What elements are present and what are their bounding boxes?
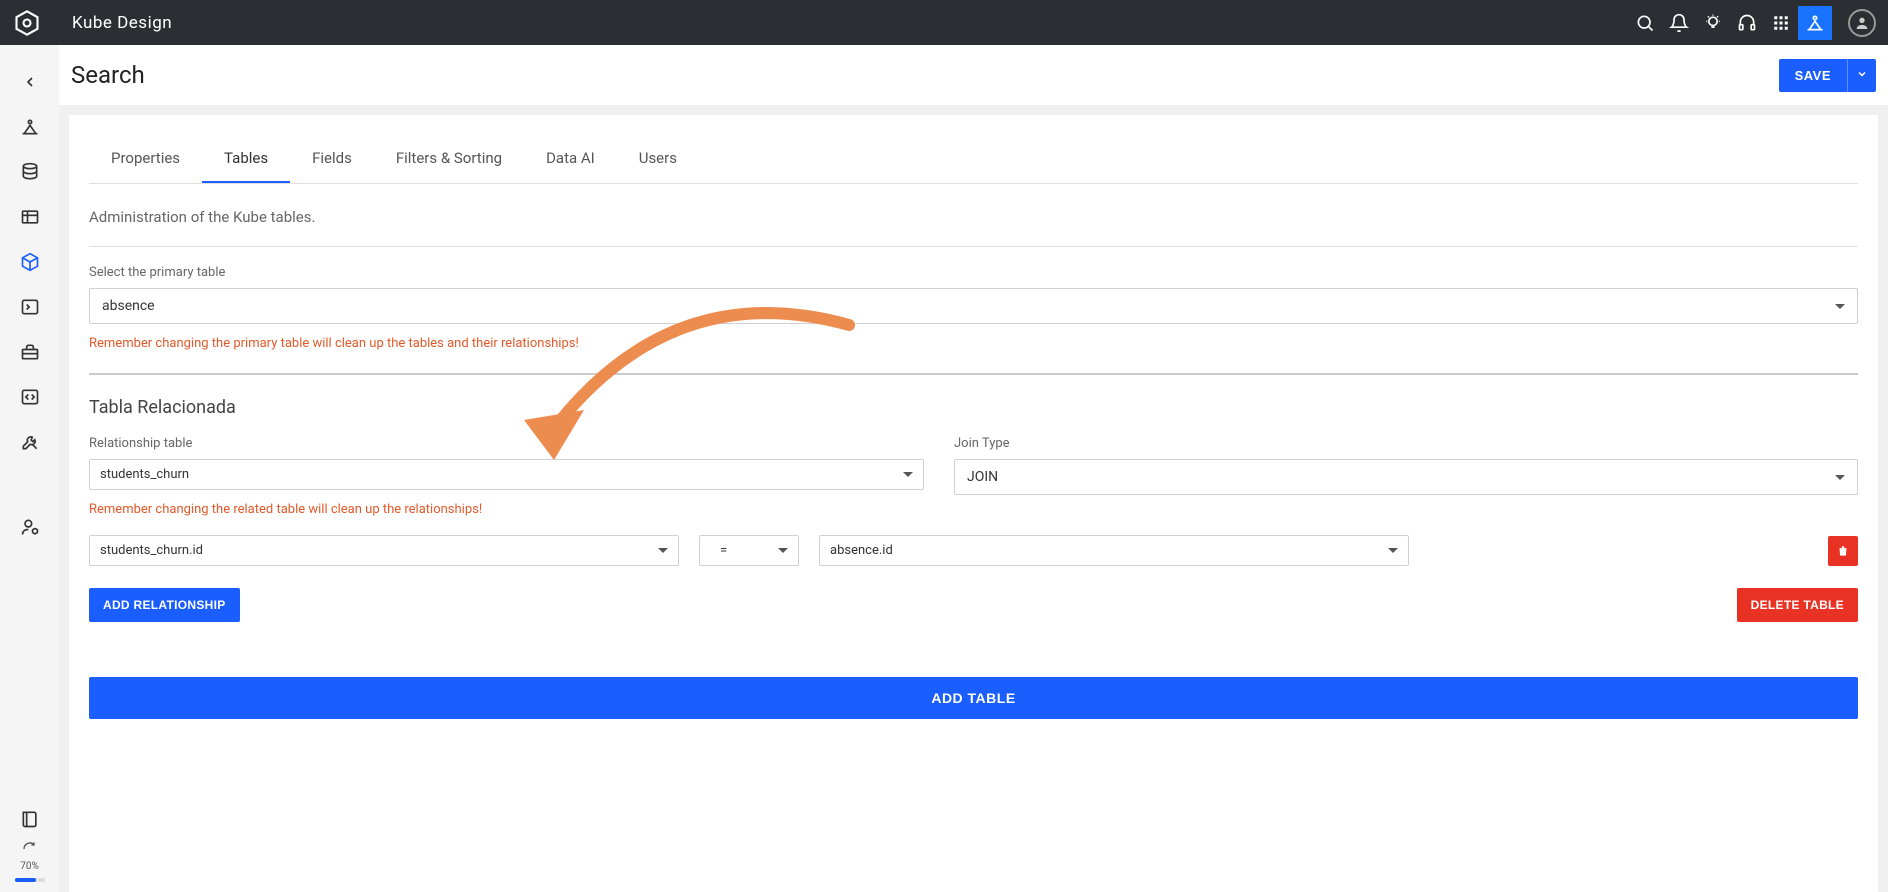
section-description: Administration of the Kube tables.: [89, 184, 1858, 247]
related-table-label: Relationship table: [89, 436, 924, 451]
trash-icon: [1836, 544, 1850, 558]
header-icon-group: [1628, 6, 1876, 40]
tab-users[interactable]: Users: [617, 135, 699, 183]
related-warning: Remember changing the related table will…: [89, 502, 924, 517]
join-type-value: JOIN: [967, 469, 998, 485]
tab-data-ai[interactable]: Data AI: [524, 135, 617, 183]
add-table-button[interactable]: ADD TABLE: [89, 677, 1858, 719]
relationship-left-select[interactable]: students_churn.id: [89, 535, 679, 566]
zoom-bar[interactable]: [15, 878, 45, 882]
apps-grid-icon[interactable]: [1764, 6, 1798, 40]
relationship-left-value: students_churn.id: [100, 543, 203, 558]
relationship-right-select[interactable]: absence.id: [819, 535, 1409, 566]
design-tool-icon[interactable]: [1798, 6, 1832, 40]
headset-icon[interactable]: [1730, 6, 1764, 40]
titlebar: Search SAVE: [59, 45, 1888, 105]
relationship-operator-select[interactable]: =: [699, 535, 799, 566]
zoom-control[interactable]: 70%: [0, 841, 59, 892]
primary-table-label: Select the primary table: [89, 265, 1858, 280]
add-relationship-button[interactable]: ADD RELATIONSHIP: [89, 588, 240, 622]
compass-tool-icon[interactable]: [6, 104, 54, 149]
relationship-row: students_churn.id = absence.id: [89, 535, 1858, 566]
chevron-down-icon: [1388, 548, 1398, 553]
save-button[interactable]: SAVE: [1779, 59, 1847, 92]
panel: Properties Tables Fields Filters & Sorti…: [69, 115, 1878, 892]
related-table-select[interactable]: students_churn: [89, 459, 924, 490]
search-icon[interactable]: [1628, 6, 1662, 40]
delete-relationship-button[interactable]: [1828, 536, 1858, 566]
app-header: Kube Design: [0, 0, 1888, 45]
avatar[interactable]: [1848, 9, 1876, 37]
tools-icon[interactable]: [6, 419, 54, 464]
primary-warning: Remember changing the primary table will…: [89, 336, 1858, 351]
relationship-right-value: absence.id: [830, 543, 893, 558]
chevron-down-icon: [658, 548, 668, 553]
back-icon[interactable]: [6, 59, 54, 104]
chevron-down-icon: [1835, 304, 1845, 309]
tab-tables[interactable]: Tables: [202, 135, 290, 183]
user-settings-icon[interactable]: [6, 504, 54, 549]
save-button-group: SAVE: [1779, 59, 1876, 92]
tab-filters-sorting[interactable]: Filters & Sorting: [374, 135, 524, 183]
lightbulb-icon[interactable]: [1696, 6, 1730, 40]
tab-properties[interactable]: Properties: [89, 135, 202, 183]
brand-title: Kube Design: [72, 13, 172, 33]
sidebar: 70%: [0, 45, 59, 892]
book-icon[interactable]: [6, 796, 54, 841]
join-type-label: Join Type: [954, 436, 1858, 451]
table-icon[interactable]: [6, 194, 54, 239]
toolbox-icon[interactable]: [6, 329, 54, 374]
primary-table-value: absence: [102, 298, 155, 314]
chevron-down-icon: [903, 472, 913, 477]
cube-icon[interactable]: [6, 239, 54, 284]
primary-table-select[interactable]: absence: [89, 288, 1858, 324]
zoom-label: 70%: [20, 861, 39, 872]
logo-icon: [12, 8, 42, 38]
tabs: Properties Tables Fields Filters & Sorti…: [89, 115, 1858, 184]
bell-icon[interactable]: [1662, 6, 1696, 40]
divider: [89, 373, 1858, 375]
join-type-select[interactable]: JOIN: [954, 459, 1858, 495]
related-table-value: students_churn: [100, 467, 189, 482]
chevron-down-icon: [1835, 475, 1845, 480]
code-box-icon[interactable]: [6, 374, 54, 419]
save-dropdown-button[interactable]: [1847, 59, 1876, 92]
database-icon[interactable]: [6, 149, 54, 194]
page-title: Search: [71, 61, 145, 89]
delete-table-button[interactable]: DELETE TABLE: [1737, 588, 1858, 622]
related-section-title: Tabla Relacionada: [89, 397, 1858, 418]
chevron-down-icon: [778, 548, 788, 553]
terminal-icon[interactable]: [6, 284, 54, 329]
tab-fields[interactable]: Fields: [290, 135, 374, 183]
relationship-operator-value: =: [720, 543, 727, 558]
